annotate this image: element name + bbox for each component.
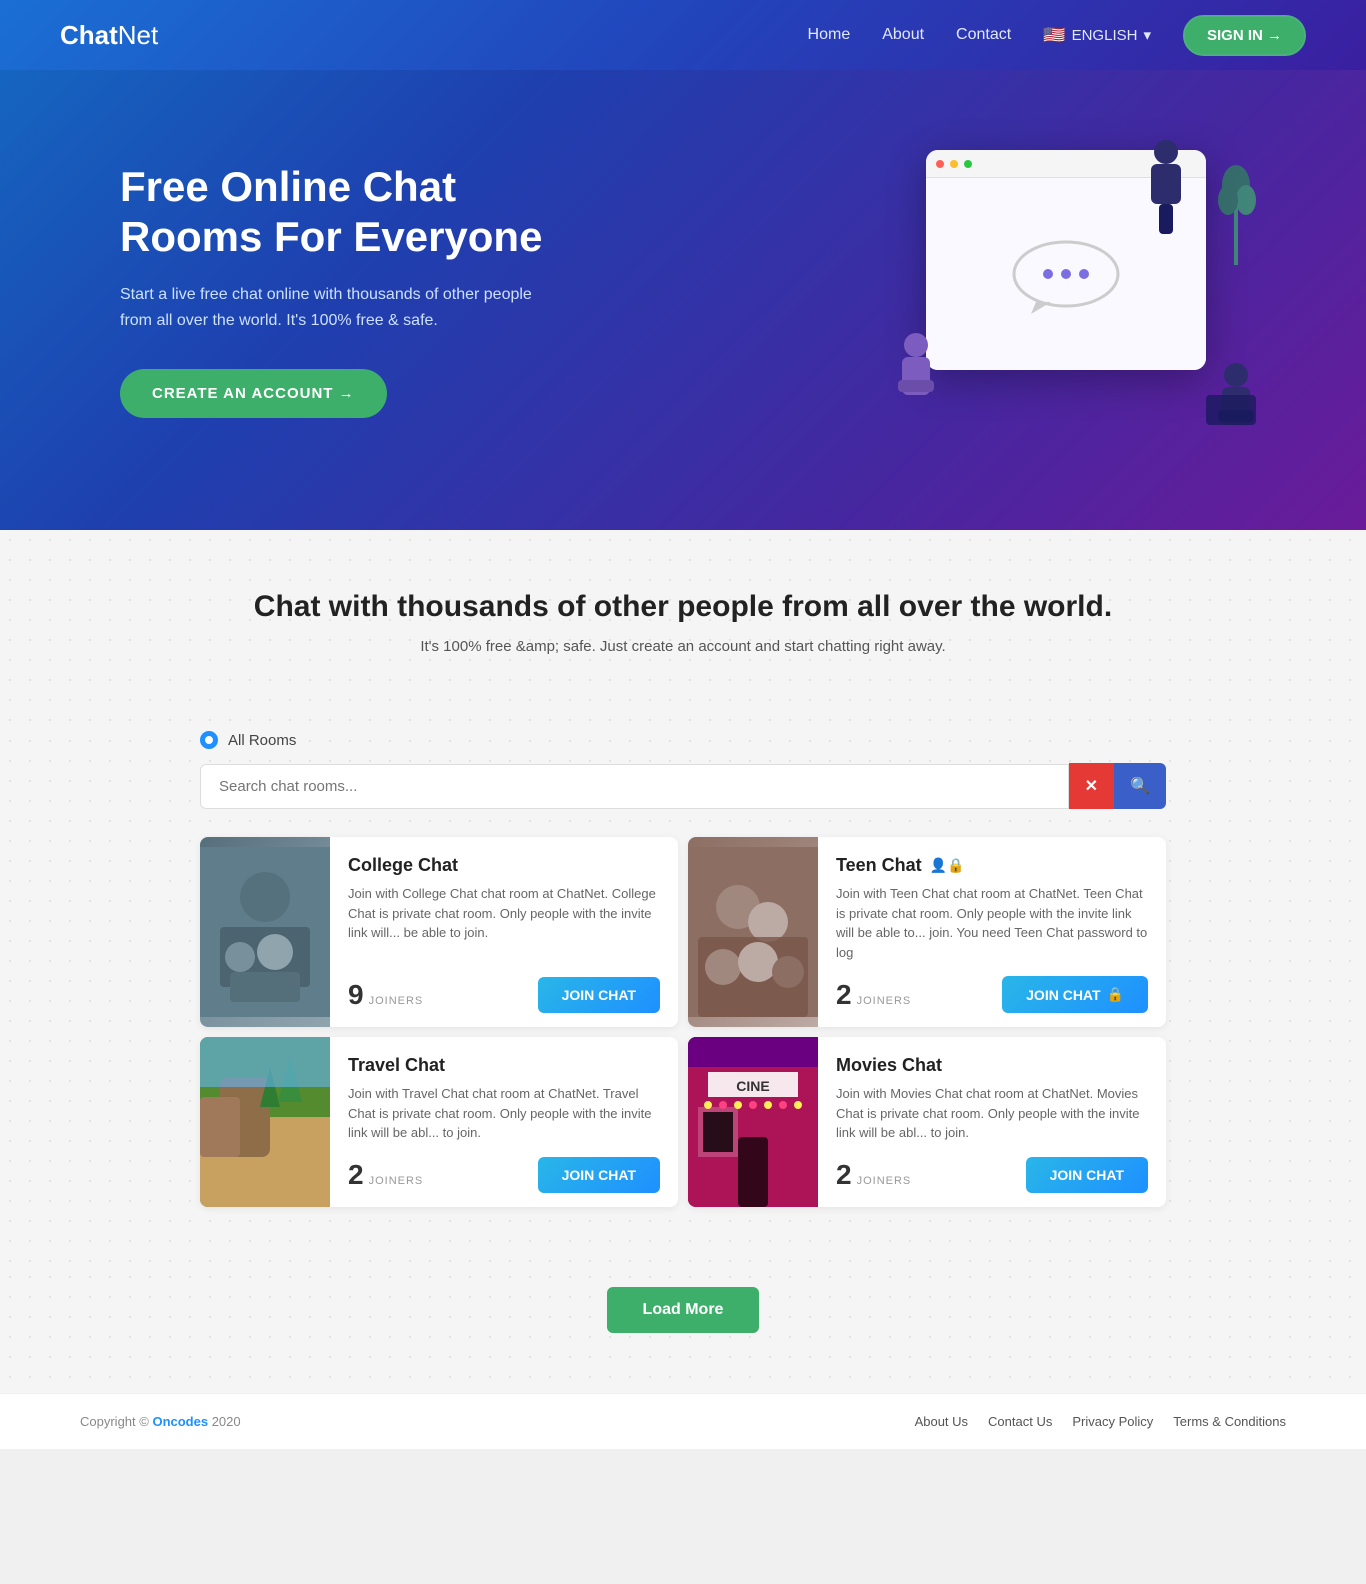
rooms-header: All Rooms bbox=[200, 731, 1166, 749]
footer-link-contact[interactable]: Contact Us bbox=[988, 1414, 1052, 1429]
nav-contact[interactable]: Contact bbox=[956, 26, 1011, 44]
room-title-travel: Travel Chat bbox=[348, 1055, 660, 1076]
room-body-movies: Movies Chat Join with Movies Chat chat r… bbox=[818, 1037, 1166, 1207]
join-button-movies[interactable]: JOIN CHAT bbox=[1026, 1157, 1148, 1193]
rooms-section: All Rooms ✕ 🔍 College Chat bbox=[0, 731, 1366, 1267]
hero-section: Free Online Chat Rooms For Everyone Star… bbox=[0, 70, 1366, 530]
room-grid: College Chat Join with College Chat chat… bbox=[200, 837, 1166, 1207]
room-desc-movies: Join with Movies Chat chat room at ChatN… bbox=[836, 1084, 1148, 1143]
room-image-teen bbox=[688, 837, 818, 1027]
room-desc-travel: Join with Travel Chat chat room at ChatN… bbox=[348, 1084, 660, 1143]
footer-copyright: Copyright © Oncodes 2020 bbox=[80, 1414, 241, 1429]
load-more-section: Load More bbox=[0, 1267, 1366, 1393]
room-desc-college: Join with College Chat chat room at Chat… bbox=[348, 884, 660, 963]
nav-links: Home About Contact 🇺🇸 ENGLISH ▾ SIGN IN … bbox=[808, 15, 1306, 56]
movies-img-svg: CINE bbox=[688, 1037, 818, 1207]
site-logo[interactable]: ChatNet bbox=[60, 20, 158, 51]
room-card-travel: Travel Chat Join with Travel Chat chat r… bbox=[200, 1037, 678, 1207]
rooms-dot-icon bbox=[200, 731, 218, 749]
room-image-travel bbox=[200, 1037, 330, 1207]
hero-subtitle: Start a live free chat online with thous… bbox=[120, 282, 540, 333]
room-footer-college: 9 JOINERS JOIN CHAT bbox=[348, 977, 660, 1013]
intro-title: Chat with thousands of other people from… bbox=[40, 590, 1326, 624]
footer-links: About Us Contact Us Privacy Policy Terms… bbox=[915, 1414, 1286, 1429]
flag-icon: 🇺🇸 bbox=[1043, 25, 1065, 46]
logo-chat: Chat bbox=[60, 20, 118, 51]
language-label: ENGLISH bbox=[1072, 27, 1138, 44]
language-selector[interactable]: 🇺🇸 ENGLISH ▾ bbox=[1043, 25, 1151, 46]
travel-img-svg bbox=[200, 1037, 330, 1207]
hero-title: Free Online Chat Rooms For Everyone bbox=[120, 162, 600, 263]
search-go-button[interactable]: 🔍 bbox=[1114, 763, 1166, 809]
footer: Copyright © Oncodes 2020 About Us Contac… bbox=[0, 1393, 1366, 1449]
join-button-college[interactable]: JOIN CHAT bbox=[538, 977, 660, 1013]
footer-link-terms[interactable]: Terms & Conditions bbox=[1173, 1414, 1286, 1429]
room-card-college: College Chat Join with College Chat chat… bbox=[200, 837, 678, 1027]
section-intro: Chat with thousands of other people from… bbox=[0, 530, 1366, 731]
svg-text:CINE: CINE bbox=[736, 1078, 769, 1094]
private-icon: 👤🔒 bbox=[930, 857, 965, 874]
room-title-college: College Chat bbox=[348, 855, 660, 876]
room-footer-travel: 2 JOINERS JOIN CHAT bbox=[348, 1157, 660, 1193]
room-body-travel: Travel Chat Join with Travel Chat chat r… bbox=[330, 1037, 678, 1207]
room-image-college bbox=[200, 837, 330, 1027]
room-joiners-college: 9 JOINERS bbox=[348, 979, 423, 1011]
navbar: ChatNet Home About Contact 🇺🇸 ENGLISH ▾ … bbox=[0, 0, 1366, 70]
room-card-movies: CINE Movies Cha bbox=[688, 1037, 1166, 1207]
hero-illustration bbox=[866, 130, 1286, 450]
people-illustration bbox=[866, 130, 1286, 450]
room-title-movies: Movies Chat bbox=[836, 1055, 1148, 1076]
footer-link-about[interactable]: About Us bbox=[915, 1414, 968, 1429]
load-more-button[interactable]: Load More bbox=[607, 1287, 760, 1333]
room-joiners-teen: 2 JOINERS bbox=[836, 979, 911, 1011]
chevron-down-icon: ▾ bbox=[1143, 26, 1151, 44]
search-clear-button[interactable]: ✕ bbox=[1069, 763, 1114, 809]
room-body-college: College Chat Join with College Chat chat… bbox=[330, 837, 678, 1027]
intro-subtitle: It's 100% free &amp; safe. Just create a… bbox=[40, 638, 1326, 655]
search-input[interactable] bbox=[200, 764, 1069, 809]
room-joiners-movies: 2 JOINERS bbox=[836, 1159, 911, 1191]
room-card-teen: Teen Chat 👤🔒 Join with Teen Chat chat ro… bbox=[688, 837, 1166, 1027]
room-title-teen: Teen Chat 👤🔒 bbox=[836, 855, 1148, 876]
room-image-movies: CINE bbox=[688, 1037, 818, 1207]
room-body-teen: Teen Chat 👤🔒 Join with Teen Chat chat ro… bbox=[818, 837, 1166, 1027]
room-footer-movies: 2 JOINERS JOIN CHAT bbox=[836, 1157, 1148, 1193]
room-footer-teen: 2 JOINERS JOIN CHAT 🔒 bbox=[836, 976, 1148, 1013]
teen-img-svg bbox=[688, 847, 818, 1017]
signin-button[interactable]: SIGN IN → bbox=[1183, 15, 1306, 56]
footer-link-privacy[interactable]: Privacy Policy bbox=[1072, 1414, 1153, 1429]
nav-about[interactable]: About bbox=[882, 26, 924, 44]
search-bar: ✕ 🔍 bbox=[200, 763, 1166, 809]
join-button-teen[interactable]: JOIN CHAT 🔒 bbox=[1002, 976, 1148, 1013]
hero-content: Free Online Chat Rooms For Everyone Star… bbox=[120, 162, 600, 419]
room-desc-teen: Join with Teen Chat chat room at ChatNet… bbox=[836, 884, 1148, 962]
lock-icon: 🔒 bbox=[1107, 986, 1124, 1003]
college-img-svg bbox=[200, 847, 330, 1017]
join-button-travel[interactable]: JOIN CHAT bbox=[538, 1157, 660, 1193]
logo-net: Net bbox=[118, 20, 158, 51]
nav-home[interactable]: Home bbox=[808, 26, 851, 44]
room-joiners-travel: 2 JOINERS bbox=[348, 1159, 423, 1191]
rooms-label: All Rooms bbox=[228, 732, 296, 749]
footer-brand-link[interactable]: Oncodes bbox=[152, 1414, 208, 1429]
create-account-button[interactable]: CREATE AN ACCOUNT → bbox=[120, 369, 387, 418]
